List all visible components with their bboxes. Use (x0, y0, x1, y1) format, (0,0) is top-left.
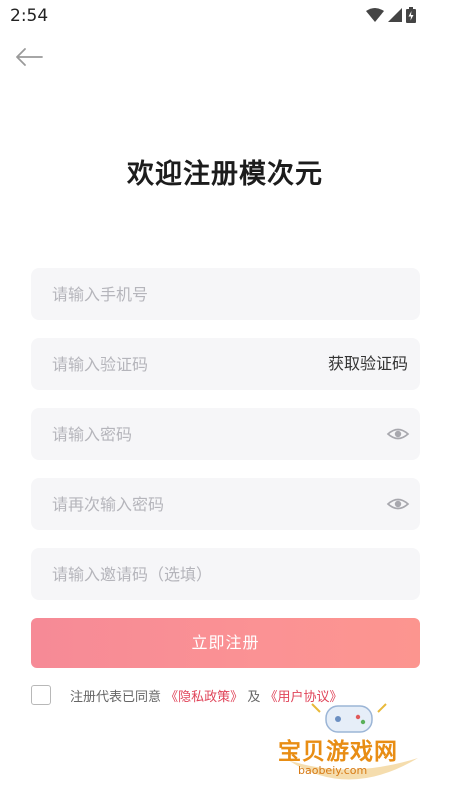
arrow-left-icon (16, 48, 43, 66)
watermark-title: 宝贝游戏网 (278, 739, 398, 765)
page-title: 欢迎注册模次元 (127, 159, 323, 190)
invite-code-input[interactable] (31, 548, 420, 600)
status-time: 2:54 (10, 6, 49, 26)
privacy-policy-link[interactable]: 《隐私政策》 (165, 690, 243, 705)
status-icons (366, 7, 416, 23)
status-bar: 2:54 (0, 0, 450, 32)
back-button[interactable] (12, 42, 46, 72)
eye-icon[interactable] (386, 422, 410, 446)
signal-icon (388, 8, 402, 22)
password-input[interactable] (31, 408, 420, 460)
password-field-container (31, 408, 420, 460)
battery-icon (406, 7, 416, 23)
register-button[interactable]: 立即注册 (31, 618, 420, 668)
agree-checkbox[interactable] (31, 685, 51, 705)
wifi-icon (366, 8, 384, 22)
code-field-container: 获取验证码 (31, 338, 420, 390)
agreement-prefix: 注册代表已同意 (70, 689, 162, 705)
watermark-url: baobeiy.com (298, 764, 368, 777)
phone-input[interactable] (31, 268, 420, 320)
get-code-button[interactable]: 获取验证码 (328, 338, 408, 390)
invite-field-container (31, 548, 420, 600)
agreement-and: 及 (247, 689, 261, 705)
phone-field-container (31, 268, 420, 320)
watermark: 宝贝游戏网 baobeiy.com (268, 700, 428, 790)
eye-icon[interactable] (386, 492, 410, 516)
confirm-password-field-container (31, 478, 420, 530)
confirm-password-input[interactable] (31, 478, 420, 530)
